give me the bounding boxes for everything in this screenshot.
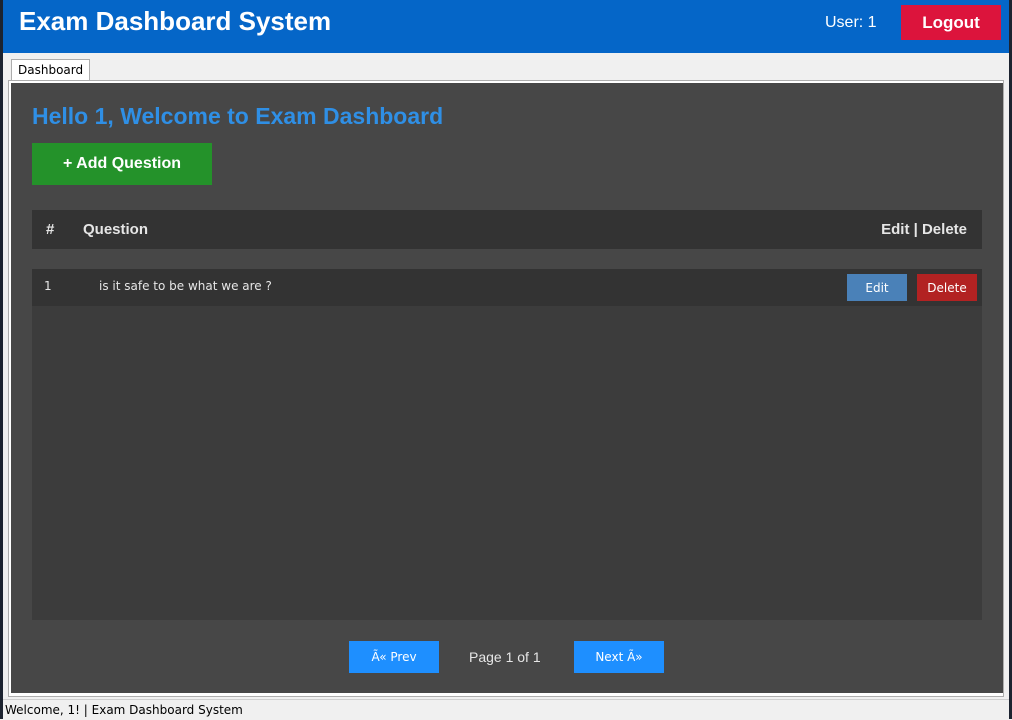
welcome-heading: Hello 1, Welcome to Exam Dashboard [32,103,444,129]
column-header-actions: Edit | Delete [881,221,967,238]
questions-list[interactable]: 1 is it safe to be what we are ? Edit De… [32,269,982,620]
prev-page-button[interactable]: Ã« Prev [349,641,439,673]
app-title: Exam Dashboard System [19,6,332,36]
next-page-button[interactable]: Next Ã» [574,641,664,673]
table-row[interactable]: 1 is it safe to be what we are ? Edit De… [32,269,982,306]
page-indicator: Page 1 of 1 [469,649,541,665]
tab-dashboard[interactable]: Dashboard [11,59,91,81]
column-header-question: Question [83,221,149,238]
column-header-number: # [46,221,55,238]
dashboard-panel: Hello 1, Welcome to Exam Dashboard + Add… [11,83,1003,693]
status-text: Welcome, 1! | Exam Dashboard System [5,703,243,717]
table-header: # Question Edit | Delete [32,210,982,249]
user-label: User: 1 [825,14,877,31]
window-left-edge [0,0,3,719]
status-bar: Welcome, 1! | Exam Dashboard System [3,699,1009,720]
app-header: Exam Dashboard System User: 1 Logout [3,0,1009,53]
row-question: is it safe to be what we are ? [99,279,272,293]
logout-button[interactable]: Logout [901,5,1001,40]
edit-button[interactable]: Edit [847,274,907,301]
delete-button[interactable]: Delete [917,274,977,301]
tab-strip: Dashboard [3,53,1009,81]
row-number: 1 [44,279,52,293]
add-question-button[interactable]: + Add Question [32,143,212,185]
